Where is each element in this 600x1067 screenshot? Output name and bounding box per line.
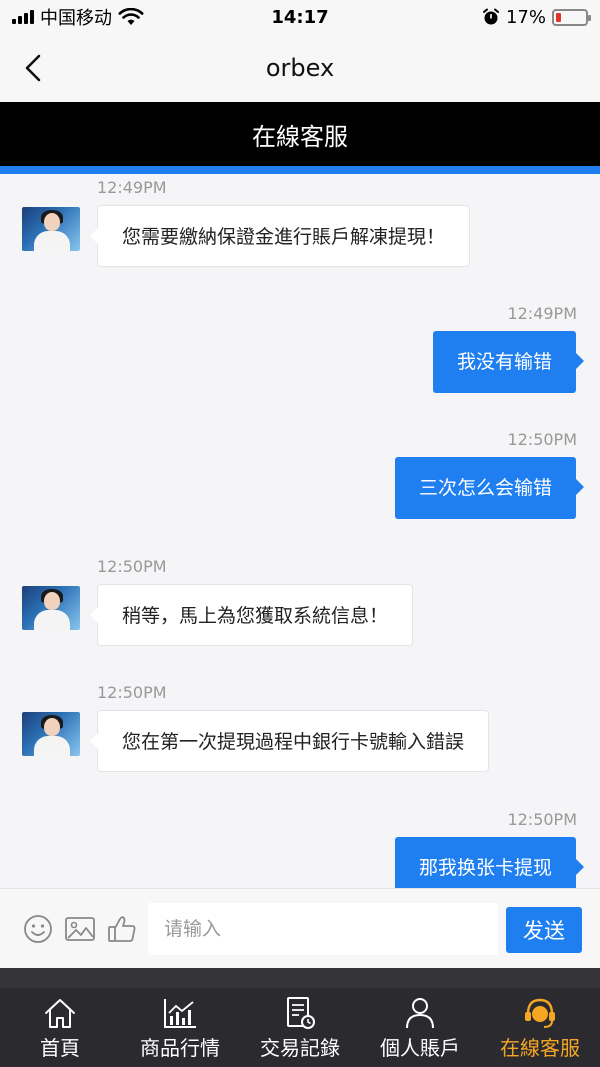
status-right: 17% xyxy=(482,6,591,28)
message-input[interactable] xyxy=(148,903,498,955)
battery-icon xyxy=(552,8,591,26)
message-bubble: 我没有输错 xyxy=(432,331,585,393)
headset-icon xyxy=(525,998,555,1028)
chat-header: 在線客服 xyxy=(0,102,600,166)
message-time: 12:50PM xyxy=(507,810,577,829)
status-left: 中国移动 xyxy=(12,4,144,30)
signal-icon xyxy=(12,10,34,24)
chat-area[interactable]: 12:49PM 您需要繳納保證金進行賬戶解凍提現！ 12:49PM 我没有输错 … xyxy=(0,174,600,888)
header-divider xyxy=(0,166,600,174)
chat-header-title: 在線客服 xyxy=(252,122,348,151)
nav-bar: orbex xyxy=(0,34,600,102)
carrier-label: 中国移动 xyxy=(40,8,112,29)
tab-label: 交易記錄 xyxy=(260,1036,340,1060)
home-icon xyxy=(45,999,75,1028)
battery-fill xyxy=(556,12,561,22)
tab-account[interactable]: 個人賬戶 xyxy=(360,988,480,1067)
back-icon[interactable] xyxy=(18,52,50,84)
battery-percent: 17% xyxy=(505,6,546,28)
tab-label: 個人賬戶 xyxy=(380,1036,460,1060)
message-time: 12:50PM xyxy=(97,557,167,576)
agent-avatar xyxy=(22,586,80,630)
status-time: 14:17 xyxy=(271,6,329,28)
tab-home[interactable]: 首頁 xyxy=(0,988,120,1067)
tab-bar: 首頁 商品行情 交易記錄 個人賬戶 在線客服 xyxy=(0,968,600,1067)
tab-label: 首頁 xyxy=(40,1036,80,1060)
message-bubble: 您在第一次提現過程中銀行卡號輸入錯誤 xyxy=(89,710,490,772)
send-button[interactable]: 发送 xyxy=(506,907,582,953)
message-time: 12:50PM xyxy=(97,683,167,702)
input-bar: 发送 xyxy=(0,888,600,968)
tab-market[interactable]: 商品行情 xyxy=(120,988,240,1067)
tab-records[interactable]: 交易記錄 xyxy=(240,988,360,1067)
chart-icon xyxy=(164,999,196,1028)
thumbs-up-icon[interactable] xyxy=(106,913,138,945)
message-time: 12:49PM xyxy=(507,304,577,323)
message-bubble: 三次怎么会输错 xyxy=(394,457,585,519)
message-time: 12:50PM xyxy=(507,430,577,449)
document-icon xyxy=(287,997,315,1029)
agent-avatar xyxy=(22,207,80,251)
tab-label: 在線客服 xyxy=(500,1036,580,1060)
message-bubble: 您需要繳納保證金進行賬戶解凍提現！ xyxy=(89,205,471,267)
image-icon[interactable] xyxy=(64,913,96,945)
alarm-icon xyxy=(482,8,499,25)
agent-avatar xyxy=(22,712,80,756)
message-bubble: 那我换张卡提现 xyxy=(394,837,585,888)
status-bar: 中国移动 14:17 17% xyxy=(0,0,600,34)
nav-title: orbex xyxy=(265,54,335,82)
user-icon xyxy=(406,998,434,1029)
emoji-icon[interactable] xyxy=(22,913,54,945)
message-time: 12:49PM xyxy=(97,178,167,197)
wifi-icon xyxy=(118,8,144,25)
tab-support[interactable]: 在線客服 xyxy=(480,988,600,1067)
message-bubble: 稍等，馬上為您獲取系統信息！ xyxy=(89,584,414,646)
tab-label: 商品行情 xyxy=(140,1036,220,1060)
